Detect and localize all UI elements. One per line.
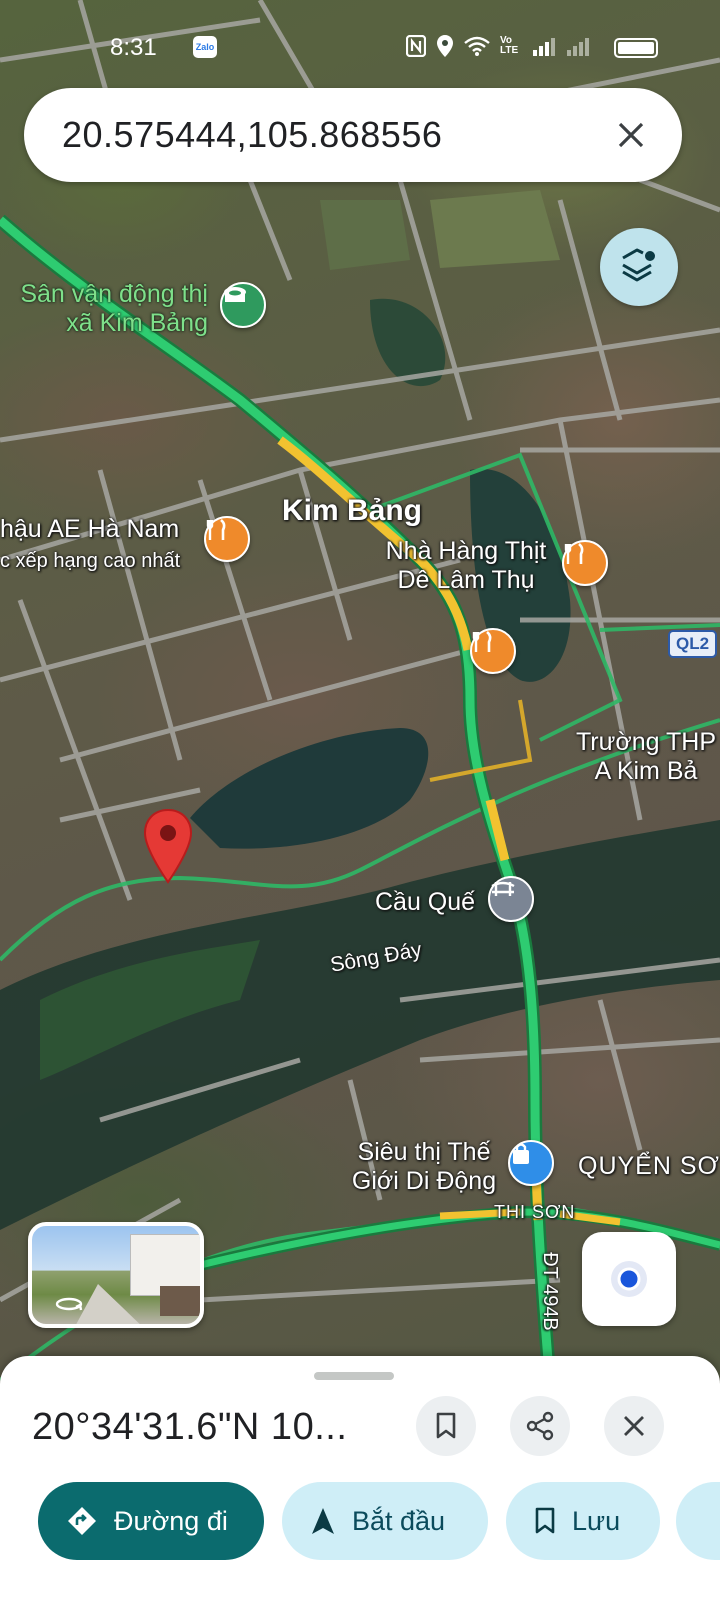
map-label-store[interactable]: Siêu thị Thế Giới Di Động: [344, 1138, 504, 1196]
save-bookmark-button[interactable]: [416, 1396, 476, 1456]
close-icon: [624, 1416, 644, 1436]
map-label-bridge[interactable]: Cầu Quế: [375, 888, 475, 917]
start-navigation-button[interactable]: Bắt đầu: [282, 1482, 488, 1560]
map-label-restaurant-left[interactable]: hậu AE Hà Nam: [0, 515, 179, 544]
navigation-arrow-icon: [312, 1508, 334, 1534]
save-place-button[interactable]: Lưu: [506, 1482, 660, 1560]
restaurant-icon[interactable]: [204, 516, 250, 562]
bookmark-icon: [535, 1507, 555, 1534]
clear-search-button[interactable]: [606, 110, 656, 160]
map-label-town: Kim Bảng: [282, 494, 423, 527]
battery-icon: [614, 38, 658, 58]
place-bottom-sheet[interactable]: 20°34'31.6"N 10... Đường đi Bắt đầu Lưu: [0, 1356, 720, 1600]
more-actions-chip[interactable]: [676, 1482, 720, 1560]
map-label-road-dt: ĐT 494B: [538, 1252, 561, 1331]
restaurant-icon[interactable]: [562, 540, 608, 586]
search-bar[interactable]: 20.575444,105.868556: [24, 88, 682, 182]
directions-button[interactable]: Đường đi: [38, 1482, 264, 1560]
bookmark-icon: [436, 1412, 456, 1439]
search-input[interactable]: 20.575444,105.868556: [62, 114, 442, 156]
signal-icon: [533, 38, 555, 56]
shopping-bag-icon[interactable]: [508, 1140, 554, 1186]
directions-label: Đường đi: [114, 1505, 228, 1536]
close-sheet-button[interactable]: [604, 1396, 664, 1456]
share-icon: [526, 1411, 554, 1441]
location-icon: [437, 35, 453, 57]
save-label: Lưu: [572, 1505, 621, 1536]
map-label-ward: THI SƠN: [494, 1202, 576, 1222]
map-label-restaurant-right[interactable]: Nhà Hàng Thịt Dê Lâm Thụ: [376, 537, 556, 595]
nfc-icon: [406, 35, 426, 57]
layers-icon: [622, 248, 655, 282]
place-coordinates: 20°34'31.6"N 10...: [32, 1406, 348, 1448]
map-label-restaurant-left-sub: c xếp hạng cao nhất: [0, 550, 181, 572]
rotate-360-icon: [55, 1297, 83, 1311]
bridge-icon[interactable]: [488, 876, 534, 922]
map-label-district: QUYỂN SƠ: [578, 1152, 720, 1180]
share-button[interactable]: [510, 1396, 570, 1456]
close-icon: [618, 122, 644, 148]
my-location-button[interactable]: [582, 1232, 676, 1326]
map-label-school[interactable]: Trường THP A Kim Bả: [566, 728, 720, 786]
volte-icon: Vo LTE: [500, 35, 519, 56]
sheet-drag-handle[interactable]: [314, 1372, 394, 1380]
route-badge-ql: QL2: [668, 630, 718, 658]
start-label: Bắt đầu: [352, 1505, 446, 1536]
my-location-icon: [611, 1261, 647, 1297]
map-label-stadium[interactable]: Sân vận động thị xã Kim Bảng: [18, 280, 208, 338]
wifi-icon: [464, 36, 490, 56]
status-bar: 8:31 Zalo Vo LTE: [0, 28, 720, 68]
signal-2-icon: [567, 38, 589, 56]
map-layers-button[interactable]: [600, 228, 678, 306]
status-time: 8:31: [110, 34, 157, 61]
stadium-icon[interactable]: [220, 282, 266, 328]
directions-icon: [68, 1507, 96, 1535]
restaurant-icon[interactable]: [470, 628, 516, 674]
zalo-notification-icon: Zalo: [193, 36, 217, 58]
street-view-thumbnail[interactable]: [28, 1222, 204, 1328]
